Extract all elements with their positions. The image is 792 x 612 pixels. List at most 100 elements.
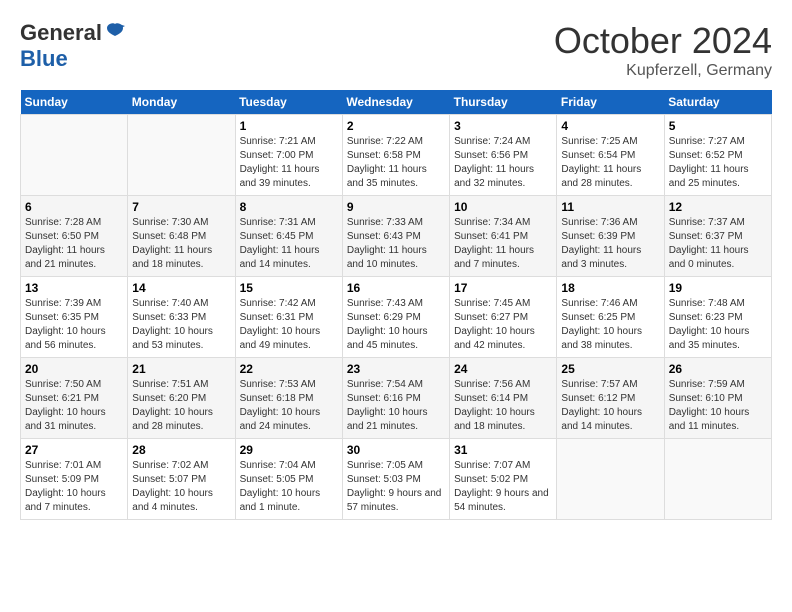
day-info: Sunrise: 7:56 AMSunset: 6:14 PMDaylight:…	[454, 378, 552, 434]
day-number: 17	[454, 281, 552, 295]
day-number: 6	[25, 200, 123, 214]
day-cell: 22Sunrise: 7:53 AMSunset: 6:18 PMDayligh…	[235, 358, 342, 439]
day-cell	[557, 439, 664, 520]
day-info: Sunrise: 7:45 AMSunset: 6:27 PMDaylight:…	[454, 297, 552, 353]
day-info: Sunrise: 7:28 AMSunset: 6:50 PMDaylight:…	[25, 216, 123, 272]
day-cell: 15Sunrise: 7:42 AMSunset: 6:31 PMDayligh…	[235, 277, 342, 358]
day-number: 12	[669, 200, 767, 214]
day-cell: 27 Sunrise: 7:01 AMSunset: 5:09 PMDayligh…	[21, 439, 128, 520]
day-info: Sunrise: 7:39 AMSunset: 6:35 PMDaylight:…	[25, 297, 123, 353]
week-row-2: 6 Sunrise: 7:28 AMSunset: 6:50 PMDaylight…	[21, 196, 772, 277]
day-info: Sunrise: 7:04 AMSunset: 5:05 PMDaylight:…	[240, 459, 338, 515]
day-info: Sunrise: 7:40 AMSunset: 6:33 PMDaylight:…	[132, 297, 230, 353]
header-monday: Monday	[128, 90, 235, 115]
day-cell: 18 Sunrise: 7:46 AMSunset: 6:25 PMDayligh…	[557, 277, 664, 358]
day-number: 30	[347, 443, 445, 457]
day-number: 28	[132, 443, 230, 457]
day-cell: 25 Sunrise: 7:57 AMSunset: 6:12 PMDayligh…	[557, 358, 664, 439]
day-cell: 13 Sunrise: 7:39 AMSunset: 6:35 PMDayligh…	[21, 277, 128, 358]
day-cell: 12 Sunrise: 7:37 AMSunset: 6:37 PMDayligh…	[664, 196, 771, 277]
day-info: Sunrise: 7:27 AMSunset: 6:52 PMDaylight:…	[669, 135, 767, 191]
day-info: Sunrise: 7:25 AMSunset: 6:54 PMDaylight:…	[561, 135, 659, 191]
day-cell: 26Sunrise: 7:59 AMSunset: 6:10 PMDayligh…	[664, 358, 771, 439]
day-cell: 24 Sunrise: 7:56 AMSunset: 6:14 PMDayligh…	[450, 358, 557, 439]
day-cell: 6 Sunrise: 7:28 AMSunset: 6:50 PMDaylight…	[21, 196, 128, 277]
week-row-3: 13 Sunrise: 7:39 AMSunset: 6:35 PMDayligh…	[21, 277, 772, 358]
day-info: Sunrise: 7:05 AMSunset: 5:03 PMDaylight:…	[347, 459, 445, 515]
header-thursday: Thursday	[450, 90, 557, 115]
day-info: Sunrise: 7:50 AMSunset: 6:21 PMDaylight:…	[25, 378, 123, 434]
day-number: 10	[454, 200, 552, 214]
day-cell: 14 Sunrise: 7:40 AMSunset: 6:33 PMDayligh…	[128, 277, 235, 358]
day-number: 15	[240, 281, 338, 295]
day-number: 14	[132, 281, 230, 295]
logo: General Blue	[20, 20, 125, 72]
title-area: October 2024 Kupferzell, Germany	[554, 20, 772, 80]
day-cell: 10Sunrise: 7:34 AMSunset: 6:41 PMDayligh…	[450, 196, 557, 277]
header-tuesday: Tuesday	[235, 90, 342, 115]
day-info: Sunrise: 7:07 AMSunset: 5:02 PMDaylight:…	[454, 459, 552, 515]
day-cell	[664, 439, 771, 520]
month-title: October 2024	[554, 20, 772, 62]
day-number: 29	[240, 443, 338, 457]
day-number: 18	[561, 281, 659, 295]
day-cell: 4 Sunrise: 7:25 AMSunset: 6:54 PMDaylight…	[557, 115, 664, 196]
day-info: Sunrise: 7:46 AMSunset: 6:25 PMDaylight:…	[561, 297, 659, 353]
day-cell: 31 Sunrise: 7:07 AMSunset: 5:02 PMDayligh…	[450, 439, 557, 520]
header-saturday: Saturday	[664, 90, 771, 115]
day-cell: 20 Sunrise: 7:50 AMSunset: 6:21 PMDayligh…	[21, 358, 128, 439]
day-number: 25	[561, 362, 659, 376]
day-info: Sunrise: 7:31 AMSunset: 6:45 PMDaylight:…	[240, 216, 338, 272]
weekday-header-row: SundayMondayTuesdayWednesdayThursdayFrid…	[21, 90, 772, 115]
location: Kupferzell, Germany	[554, 62, 772, 80]
day-cell: 23 Sunrise: 7:54 AMSunset: 6:16 PMDayligh…	[342, 358, 449, 439]
day-cell: 28Sunrise: 7:02 AMSunset: 5:07 PMDayligh…	[128, 439, 235, 520]
day-info: Sunrise: 7:48 AMSunset: 6:23 PMDaylight:…	[669, 297, 767, 353]
logo-general: General	[20, 20, 102, 46]
day-info: Sunrise: 7:53 AMSunset: 6:18 PMDaylight:…	[240, 378, 338, 434]
day-number: 4	[561, 119, 659, 133]
day-number: 13	[25, 281, 123, 295]
day-number: 31	[454, 443, 552, 457]
logo-blue: Blue	[20, 46, 68, 71]
day-info: Sunrise: 7:37 AMSunset: 6:37 PMDaylight:…	[669, 216, 767, 272]
day-number: 7	[132, 200, 230, 214]
day-number: 21	[132, 362, 230, 376]
day-number: 5	[669, 119, 767, 133]
day-info: Sunrise: 7:24 AMSunset: 6:56 PMDaylight:…	[454, 135, 552, 191]
day-info: Sunrise: 7:01 AMSunset: 5:09 PMDaylight:…	[25, 459, 123, 515]
week-row-1: 1Sunrise: 7:21 AMSunset: 7:00 PMDaylight…	[21, 115, 772, 196]
logo-bird-icon	[105, 22, 125, 40]
day-number: 8	[240, 200, 338, 214]
day-info: Sunrise: 7:57 AMSunset: 6:12 PMDaylight:…	[561, 378, 659, 434]
day-info: Sunrise: 7:43 AMSunset: 6:29 PMDaylight:…	[347, 297, 445, 353]
day-cell: 11Sunrise: 7:36 AMSunset: 6:39 PMDayligh…	[557, 196, 664, 277]
day-number: 24	[454, 362, 552, 376]
day-number: 11	[561, 200, 659, 214]
day-cell: 1Sunrise: 7:21 AMSunset: 7:00 PMDaylight…	[235, 115, 342, 196]
day-info: Sunrise: 7:30 AMSunset: 6:48 PMDaylight:…	[132, 216, 230, 272]
week-row-4: 20 Sunrise: 7:50 AMSunset: 6:21 PMDayligh…	[21, 358, 772, 439]
day-cell: 17 Sunrise: 7:45 AMSunset: 6:27 PMDayligh…	[450, 277, 557, 358]
day-cell: 3Sunrise: 7:24 AMSunset: 6:56 PMDaylight…	[450, 115, 557, 196]
week-row-5: 27 Sunrise: 7:01 AMSunset: 5:09 PMDayligh…	[21, 439, 772, 520]
header-sunday: Sunday	[21, 90, 128, 115]
day-number: 16	[347, 281, 445, 295]
day-cell: 7 Sunrise: 7:30 AMSunset: 6:48 PMDaylight…	[128, 196, 235, 277]
day-cell: 16 Sunrise: 7:43 AMSunset: 6:29 PMDayligh…	[342, 277, 449, 358]
day-number: 20	[25, 362, 123, 376]
day-cell: 5 Sunrise: 7:27 AMSunset: 6:52 PMDaylight…	[664, 115, 771, 196]
day-number: 27	[25, 443, 123, 457]
day-number: 9	[347, 200, 445, 214]
day-number: 23	[347, 362, 445, 376]
day-number: 19	[669, 281, 767, 295]
day-info: Sunrise: 7:59 AMSunset: 6:10 PMDaylight:…	[669, 378, 767, 434]
calendar-table: SundayMondayTuesdayWednesdayThursdayFrid…	[20, 90, 772, 520]
day-info: Sunrise: 7:33 AMSunset: 6:43 PMDaylight:…	[347, 216, 445, 272]
day-info: Sunrise: 7:54 AMSunset: 6:16 PMDaylight:…	[347, 378, 445, 434]
header-friday: Friday	[557, 90, 664, 115]
page-header: General Blue October 2024 Kupferzell, Ge…	[20, 20, 772, 80]
day-cell: 8 Sunrise: 7:31 AMSunset: 6:45 PMDaylight…	[235, 196, 342, 277]
day-number: 2	[347, 119, 445, 133]
day-cell: 21Sunrise: 7:51 AMSunset: 6:20 PMDayligh…	[128, 358, 235, 439]
